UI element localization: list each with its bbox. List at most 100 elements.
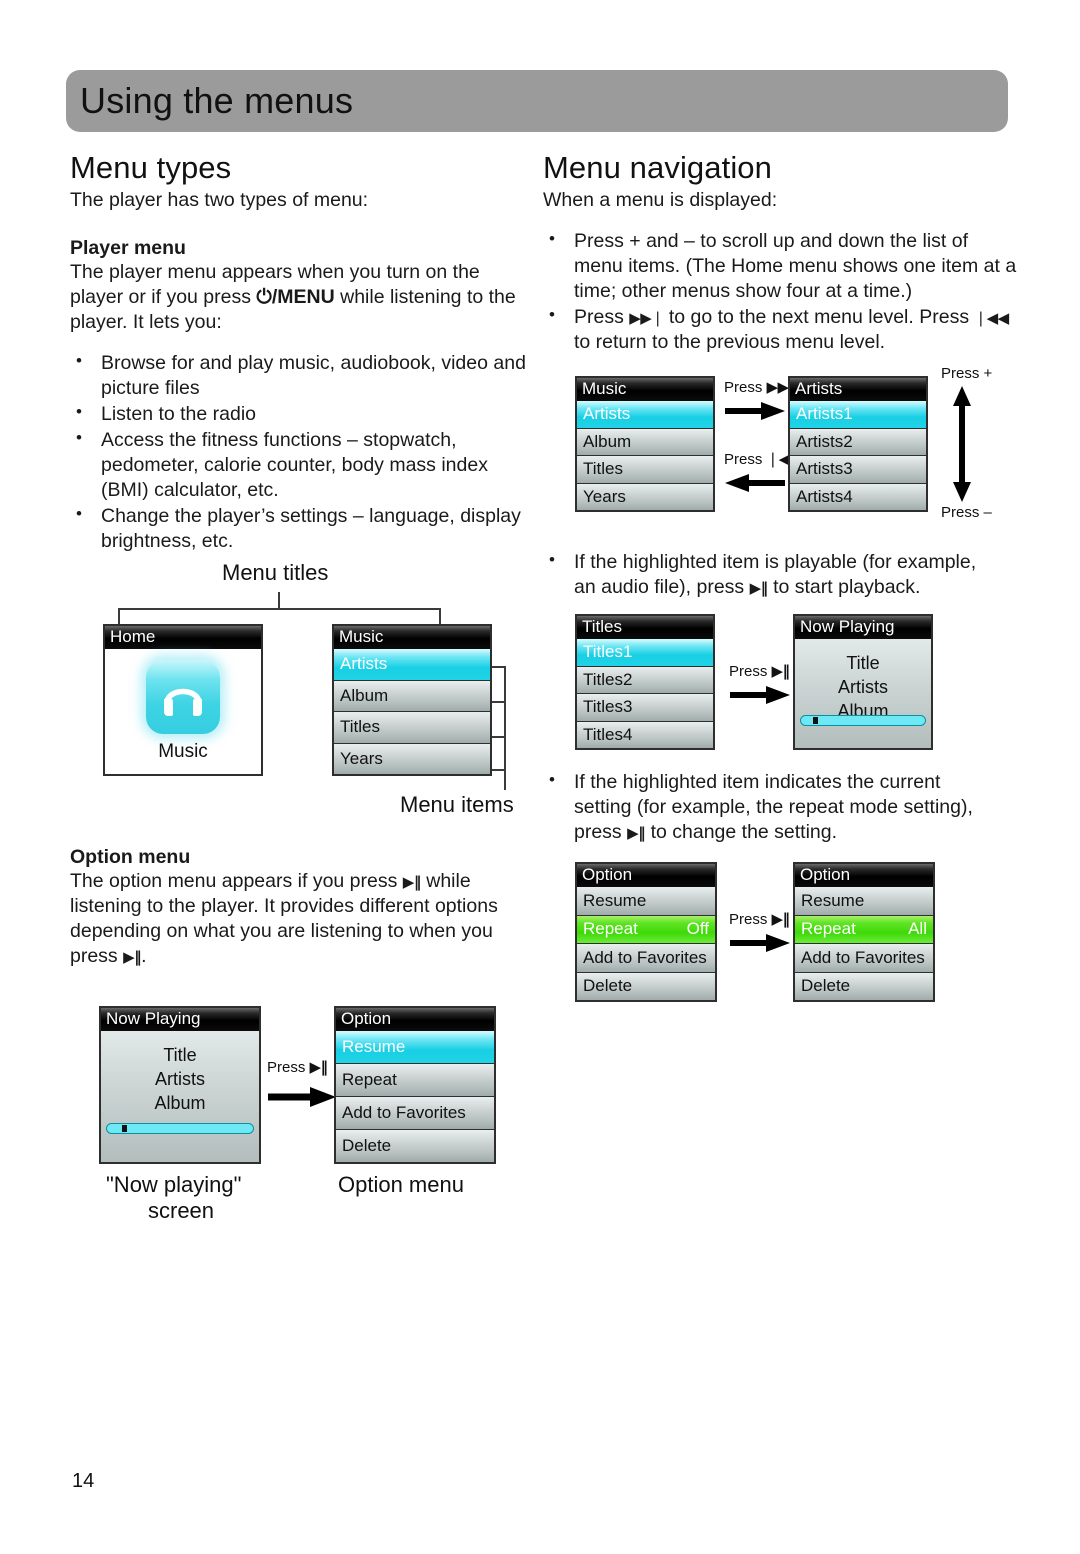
screen-title: Option — [795, 864, 933, 887]
titles-screen-mockup: Titles Titles1 Titles2 Titles3 Titles4 — [575, 614, 715, 750]
menu-key-label: /MENU — [271, 286, 335, 308]
now-playing-artist: Artists — [837, 677, 888, 697]
now-playing-screen-mockup: Now Playing Title Artists Album — [793, 614, 933, 750]
option-row-delete: Delete — [577, 972, 715, 1000]
setting-note-line-3-pre: press — [574, 821, 628, 844]
option-menu-paragraph: The option menu appears if you press ▶‖ … — [70, 869, 540, 969]
previous-track-icon: ❘◀◀ — [974, 309, 1010, 328]
left-arrow-icon — [725, 474, 785, 492]
list-item: Browse for and play music, audiobook, vi… — [70, 350, 540, 401]
play-pause-icon: ▶‖ — [771, 662, 791, 680]
menu-row-titles1: Titles1 — [577, 639, 713, 667]
bracket-stem — [278, 592, 280, 609]
screen-title: Option — [336, 1008, 494, 1031]
screen-title: Music — [577, 378, 713, 401]
setting-note-line-1: If the highlighted item indicates the cu… — [574, 771, 941, 793]
next-track-icon: ▶▶❘ — [629, 309, 664, 328]
right-arrow-icon — [725, 402, 785, 420]
menu-titles-diagram: Menu titles Home Music Music Artists Alb… — [70, 560, 540, 820]
menu-navigation-list: Press + and – to scroll up and down the … — [543, 228, 1021, 355]
playable-note-line-2-pre: an audio file), press — [574, 576, 750, 599]
option-row-add-to-favorites: Add to Favorites — [577, 944, 715, 973]
menu-row-years: Years — [577, 483, 713, 510]
now-playing-body: Title Artists Album — [101, 1031, 259, 1162]
now-playing-screen-mockup: Now Playing Title Artists Album — [99, 1006, 261, 1164]
menu-row-album: Album — [577, 428, 713, 456]
right-arrow-icon — [730, 934, 790, 952]
now-playing-title: Title — [846, 653, 880, 673]
now-playing-title: Title — [163, 1045, 197, 1065]
option-row-add-to-favorites: Add to Favorites — [795, 944, 933, 973]
option-row-add-to-favorites: Add to Favorites — [336, 1097, 494, 1130]
option-row-delete: Delete — [795, 972, 933, 1000]
music-menu-screen-mockup: Music Artists Album Titles Years — [332, 624, 492, 776]
option-row-resume: Resume — [577, 887, 715, 916]
player-menu-paragraph: The player menu appears when you turn on… — [70, 260, 540, 335]
progress-bar — [800, 715, 926, 726]
option-menu-section: Option menu The option menu appears if y… — [70, 846, 540, 969]
press-next-mid: to go to the next menu level. Press — [663, 306, 975, 329]
power-menu-key-icon: ⏻ — [256, 286, 272, 308]
menu-row-artists3: Artists3 — [790, 456, 926, 484]
press-next-pre: Press — [574, 306, 630, 329]
page-number: 14 — [72, 1470, 95, 1492]
right-column: Menu navigation When a menu is displayed… — [543, 150, 1021, 356]
menu-row-titles: Titles — [334, 712, 490, 744]
playable-note-line-2-post: to start playback. — [767, 576, 921, 599]
press-word: Press — [729, 663, 768, 680]
menu-row-artists: Artists — [334, 649, 490, 681]
play-pause-icon: ▶‖ — [749, 579, 769, 598]
menu-items-caption: Menu items — [400, 792, 514, 817]
now-playing-album: Album — [154, 1093, 206, 1113]
press-play-pause-label: Press ▶‖ — [729, 662, 790, 680]
right-arrow-icon — [268, 1087, 336, 1107]
items-bracket-spine — [504, 666, 506, 790]
screen-title: Artists — [790, 378, 926, 401]
bracket-span — [118, 608, 440, 610]
now-playing-body: Title Artists Album — [795, 639, 931, 748]
menu-row-artists2: Artists2 — [790, 428, 926, 456]
list-item: Change the player’s settings – language,… — [70, 503, 540, 554]
menu-row-artists1: Artists1 — [790, 401, 926, 429]
home-icon-label: Music — [158, 741, 208, 762]
screen-title: Titles — [577, 616, 713, 639]
option-menu-line-4-post: . — [141, 945, 147, 968]
option-screen-mockup: Option Resume Repeat Add to Favorites De… — [334, 1006, 496, 1164]
menu-row-artists: Artists — [577, 401, 713, 429]
player-menu-line-1: The player menu appears when you turn on… — [70, 260, 480, 283]
progress-knob — [813, 717, 819, 724]
now-playing-artist: Artists — [154, 1069, 205, 1089]
screen-title: Home — [105, 626, 261, 649]
option-menu-line-4-pre: press — [70, 945, 124, 968]
option-menu-line-2: listening to the player. It provides dif… — [70, 895, 498, 918]
menu-row-titles2: Titles2 — [577, 666, 713, 694]
option-row-repeat-label: Repeat — [583, 919, 638, 939]
menu-row-years: Years — [334, 743, 490, 774]
option-menu-line-1-post: while — [420, 870, 471, 892]
screen-title: Now Playing — [101, 1008, 259, 1031]
player-menu-line-3: player. It lets you: — [70, 311, 222, 334]
home-screen-mockup: Home Music — [103, 624, 263, 776]
press-word: Press — [729, 911, 768, 928]
option-row-repeat-label: Repeat — [801, 919, 856, 939]
setting-note-section: If the highlighted item indicates the cu… — [543, 769, 1021, 846]
play-pause-icon: ▶‖ — [771, 910, 791, 928]
option-row-repeat-value: Off — [686, 919, 709, 939]
menu-navigation-heading: Menu navigation — [543, 150, 772, 185]
playable-note-list: If the highlighted item is playable (for… — [543, 549, 1021, 600]
press-play-pause-label: Press ▶‖ — [267, 1058, 328, 1076]
play-pause-icon: ▶‖ — [123, 948, 142, 967]
now-playing-caption-line2: screen — [148, 1198, 215, 1223]
progress-bar — [106, 1123, 254, 1134]
press-play-pause-label: Press ▶‖ — [729, 910, 790, 928]
press-plus-label: Press + — [941, 365, 993, 382]
player-menu-heading: Player menu — [70, 236, 186, 259]
press-minus-label: Press – — [941, 504, 992, 521]
list-item: Press + and – to scroll up and down the … — [543, 228, 1021, 304]
menu-row-album: Album — [334, 680, 490, 712]
progress-knob — [121, 1125, 127, 1132]
option-row-resume: Resume — [795, 887, 933, 916]
home-screen-body: Music — [105, 649, 261, 774]
headphones-icon — [146, 660, 220, 734]
screen-title: Now Playing — [795, 616, 931, 639]
